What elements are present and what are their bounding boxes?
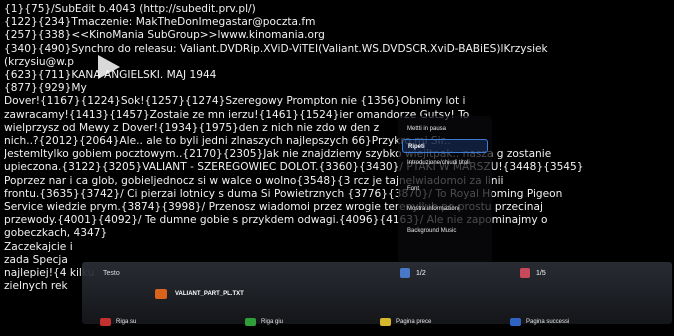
- menu-item-pause[interactable]: Mettti in pausa: [402, 122, 488, 136]
- document-icon: [520, 268, 530, 278]
- subtitle-line: Dover!{1167}{1224}Sok!{1257}{1274}Szereg…: [4, 95, 466, 108]
- menu-item-background-music[interactable]: Background Music: [402, 224, 488, 238]
- subtitle-line: {257}{338}<<KinoMania SubGroup>>lwww.kin…: [4, 29, 325, 42]
- folder-icon: [155, 289, 167, 299]
- subtitle-line: {1}{75}/SubEdit b.4043 (http://subedit.p…: [4, 3, 256, 15]
- menu-item-show-info[interactable]: Mostra informazioni: [402, 202, 488, 216]
- footer-button-page-next[interactable]: Pagina successi: [510, 318, 569, 326]
- subtitle-line: frontu.{3635}{3742}/ Ci pierzai lotnicy …: [4, 187, 563, 200]
- play-icon[interactable]: [98, 55, 120, 79]
- green-button-icon: [245, 318, 256, 326]
- file-name: VALIANT_PART_PL.TXT: [175, 291, 244, 297]
- blue-button-icon: [510, 318, 521, 326]
- footer-button-page-prev[interactable]: Pagina prece: [380, 318, 431, 326]
- footer-button-line-down[interactable]: Riga giu: [245, 318, 283, 326]
- subtitle-line: przewody.{4001}{4092}/ Te dumne gobie s …: [4, 214, 548, 227]
- subtitle-line: zawracamy!{1413}{1457}Zostaie ze mn ierz…: [4, 108, 470, 121]
- file-list-item[interactable]: VALIANT_PART_PL.TXT: [155, 288, 385, 300]
- footer-label: Pagina prece: [396, 319, 432, 325]
- context-menu: Mettti in pausa Ripeti Introduzione/chiu…: [398, 116, 492, 268]
- page-count-left: 1/2: [416, 269, 426, 277]
- footer-label: Riga su: [116, 319, 137, 325]
- page-indicator-left: 1/2: [400, 268, 426, 278]
- subtitle-line: nich..?{2012}{2064}Ale.. ale to byli jed…: [4, 135, 451, 148]
- subtitle-line: Service wiedzie prym.{3874}{3998}/ Przen…: [4, 201, 543, 214]
- menu-item-repeat[interactable]: Ripeti: [402, 139, 488, 153]
- subtitle-line: upieczona.{3122}{3205}VALIANT - SZEREGOW…: [4, 161, 584, 174]
- page-count-right: 1/5: [536, 269, 546, 277]
- menu-item-font[interactable]: Font: [402, 182, 488, 196]
- menu-item-intro-titles[interactable]: Introduzione/chiudi titoli: [402, 156, 488, 170]
- footer-label: Riga giu: [261, 319, 284, 325]
- subtitle-line: {340}{490}Synchro do releasu: Valiant.DV…: [4, 42, 548, 55]
- page-indicator-right: 1/5: [520, 268, 546, 278]
- footer-label: Pagina successi: [526, 319, 570, 325]
- panel-label: Testo: [103, 270, 120, 277]
- subtitle-line: gobeczkach, 4347}: [4, 227, 108, 240]
- subtitle-line: wielprzysz od Mewy z Dover!{1934}{1975}d…: [4, 121, 380, 134]
- page-icon: [400, 268, 410, 278]
- subtitle-line: Zaczekajcie i: [4, 240, 73, 253]
- subtitle-line: {122}{234}Tmaczenie: MakTheDonImegastar@…: [4, 16, 316, 29]
- footer-button-line-up[interactable]: Riga su: [100, 318, 136, 326]
- subtitle-line: {877}{929}My: [4, 82, 87, 95]
- subtitle-line: Jestemltylko gobiem pocztowym..{2170}{23…: [4, 148, 552, 161]
- red-button-icon: [100, 318, 111, 326]
- subtitle-line: Poprzez nar i ca glob, gobieljednocz si …: [4, 174, 504, 187]
- yellow-button-icon: [380, 318, 391, 326]
